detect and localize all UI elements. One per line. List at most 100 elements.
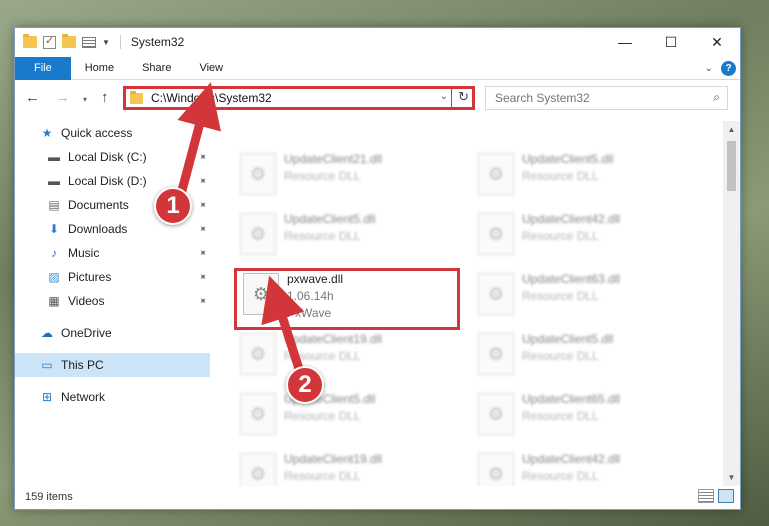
scroll-down-icon[interactable]: ▼: [723, 469, 740, 486]
pin-icon[interactable]: ✦: [195, 246, 209, 260]
dll-file-icon: ⚙: [240, 153, 276, 195]
file-type: Resource DLL: [522, 289, 599, 303]
new-folder-icon[interactable]: [62, 34, 76, 48]
file-type: Resource DLL: [284, 229, 361, 243]
dll-file-icon: ⚙: [478, 393, 514, 435]
forward-arrow-icon[interactable]: →: [55, 89, 70, 106]
details-view-icon[interactable]: [698, 489, 714, 503]
refresh-icon[interactable]: ↻: [458, 89, 469, 105]
file-list: ⚙ UpdateClient21.dll Resource DLL ⚙ Updat…: [212, 121, 724, 486]
pin-icon[interactable]: ✦: [195, 222, 209, 236]
sidebar-item-label: OneDrive: [61, 326, 112, 340]
chevron-down-icon[interactable]: ⌄: [705, 63, 713, 74]
file-name: UpdateClient5.dll: [522, 152, 614, 166]
file-tile[interactable]: ⚙ UpdateClient5.dll Resource DLL: [234, 389, 464, 445]
pin-icon[interactable]: ✦: [195, 150, 209, 164]
file-name: UpdateClient65.dll: [522, 392, 621, 406]
file-type: Resource DLL: [284, 349, 361, 363]
sidebar-item-quick-access[interactable]: ★ Quick access: [15, 121, 210, 145]
up-arrow-icon[interactable]: ↑: [101, 89, 109, 106]
file-tile[interactable]: ⚙ UpdateClient5.dll Resource DLL: [472, 329, 702, 385]
file-type: Resource DLL: [522, 229, 599, 243]
address-bar[interactable]: C:\Windows\System32 ⌄ ↻: [123, 86, 475, 110]
sidebar-item-label: This PC: [61, 358, 104, 372]
file-type: Resource DLL: [522, 169, 599, 183]
file-name: pxwave.dll: [287, 272, 344, 286]
file-name: UpdateClient19.dll: [284, 332, 383, 346]
dll-file-icon: ⚙: [478, 453, 514, 486]
back-arrow-icon[interactable]: ←: [25, 89, 40, 106]
file-tile[interactable]: ⚙ UpdateClient5.dll Resource DLL: [472, 149, 702, 205]
file-type: Resource DLL: [284, 169, 361, 183]
search-input[interactable]: [495, 91, 695, 105]
minimize-button[interactable]: —: [602, 28, 648, 56]
scroll-thumb[interactable]: [727, 141, 736, 191]
sidebar-item-label: Quick access: [61, 126, 133, 140]
customize-toolbar-arrow-icon[interactable]: ▼: [102, 38, 110, 47]
scroll-up-icon[interactable]: ▲: [723, 121, 740, 138]
step-2-badge: 2: [286, 366, 324, 404]
file-tile[interactable]: ⚙ UpdateClient19.dll Resource DLL: [234, 449, 464, 486]
sidebar-item-label: Pictures: [68, 270, 112, 284]
file-type: Resource DLL: [522, 349, 599, 363]
sidebar-item-onedrive[interactable]: ☁ OneDrive: [15, 321, 210, 345]
pxwave-dll-tile[interactable]: ⚙ pxwave.dll 1.06.14h PxWave: [234, 268, 460, 330]
videos-icon: ▦: [48, 294, 60, 308]
folder-icon[interactable]: [23, 34, 37, 48]
window-title: System32: [130, 35, 185, 49]
address-path[interactable]: C:\Windows\System32: [151, 91, 272, 105]
file-tile[interactable]: ⚙ UpdateClient63.dll Resource DLL: [472, 269, 702, 325]
search-box[interactable]: ⌕: [485, 86, 728, 110]
tab-share[interactable]: Share: [128, 57, 185, 80]
file-tile[interactable]: ⚙ UpdateClient19.dll Resource DLL: [234, 329, 464, 385]
file-tile[interactable]: ⚙ UpdateClient65.dll Resource DLL: [472, 389, 702, 445]
dll-file-icon: ⚙: [478, 213, 514, 255]
maximize-button[interactable]: ☐: [648, 28, 694, 56]
dll-file-icon: ⚙: [478, 153, 514, 195]
sidebar-item-label: Local Disk (D:): [68, 174, 147, 188]
close-button[interactable]: ✕: [694, 28, 740, 56]
sidebar-item-pictures[interactable]: ▨ Pictures ✦: [15, 265, 210, 289]
sidebar-item-videos[interactable]: ▦ Videos ✦: [15, 289, 210, 313]
sidebar-item-this-pc[interactable]: ▭ This PC: [15, 353, 210, 377]
sidebar-item-local-disk-c[interactable]: ▬ Local Disk (C:) ✦: [15, 145, 210, 169]
address-divider: [451, 89, 452, 107]
sidebar-item-label: Network: [61, 390, 106, 404]
tab-file[interactable]: File: [15, 56, 71, 80]
sidebar-item-label: Videos: [68, 294, 105, 308]
properties-icon[interactable]: [43, 34, 56, 49]
file-tile[interactable]: ⚙ UpdateClient21.dll Resource DLL: [234, 149, 464, 205]
search-icon[interactable]: ⌕: [713, 90, 720, 105]
large-icons-view-icon[interactable]: [718, 489, 734, 503]
title-bar: ▼ System32 — ☐ ✕: [15, 28, 740, 56]
toolbar-divider: [119, 35, 121, 49]
help-icon[interactable]: ?: [721, 61, 736, 76]
drive-icon: ▬: [48, 150, 60, 164]
dll-file-icon: ⚙: [478, 273, 514, 315]
tab-home[interactable]: Home: [71, 57, 128, 80]
pin-icon[interactable]: ✦: [195, 270, 209, 284]
recent-locations-icon[interactable]: ▾: [83, 95, 87, 104]
view-list-icon[interactable]: [82, 36, 96, 48]
file-type: Resource DLL: [522, 469, 599, 483]
pin-icon[interactable]: ✦: [195, 174, 209, 188]
status-bar: 159 items: [15, 485, 740, 509]
ribbon-tabs: File Home Share View ⌄ ?: [15, 56, 740, 80]
sidebar-item-music[interactable]: ♪ Music ✦: [15, 241, 210, 265]
file-tile[interactable]: ⚙ UpdateClient42.dll Resource DLL: [472, 449, 702, 486]
file-tile[interactable]: ⚙ UpdateClient42.dll Resource DLL: [472, 209, 702, 265]
file-name: UpdateClient42.dll: [522, 212, 621, 226]
sidebar-item-network[interactable]: ⊞ Network: [15, 385, 210, 409]
address-dropdown-icon[interactable]: ⌄: [440, 91, 448, 102]
pin-icon[interactable]: ✦: [195, 198, 209, 212]
pin-icon[interactable]: ✦: [195, 294, 209, 308]
tab-view[interactable]: View: [185, 57, 237, 80]
quick-access-toolbar: ▼ System32: [15, 34, 185, 49]
dll-file-icon: ⚙: [240, 453, 276, 486]
sidebar-item-label: Downloads: [68, 222, 128, 236]
computer-icon: ▭: [41, 358, 53, 372]
vertical-scrollbar[interactable]: ▲ ▼: [723, 121, 740, 486]
address-row: ← → ▾ ↑ C:\Windows\System32 ⌄ ↻ ⌕: [15, 85, 740, 115]
file-type: Resource DLL: [522, 409, 599, 423]
file-tile[interactable]: ⚙ UpdateClient5.dll Resource DLL: [234, 209, 464, 265]
